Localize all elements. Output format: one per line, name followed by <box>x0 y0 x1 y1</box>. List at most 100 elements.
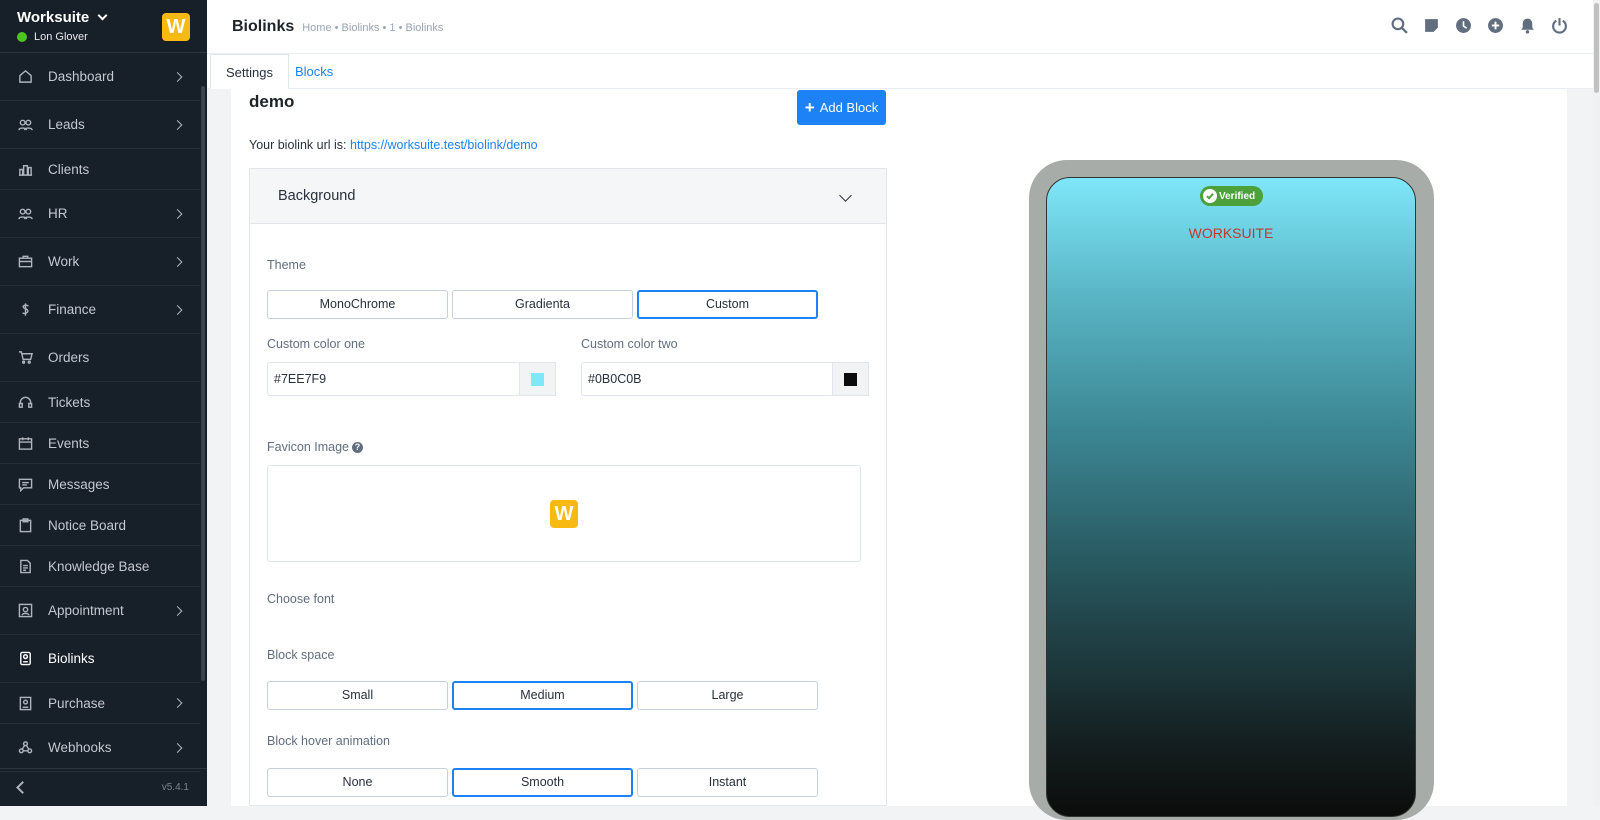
verified-badge: Verified <box>1200 186 1263 206</box>
check-icon <box>1203 189 1217 203</box>
chevron-right-icon <box>172 256 183 267</box>
block-space-large[interactable]: Large <box>637 681 818 710</box>
sidebar-item-label: Orders <box>48 350 90 365</box>
purchase-icon <box>18 696 33 711</box>
help-icon[interactable]: ? <box>351 442 363 453</box>
add-block-label: Add Block <box>819 100 879 115</box>
color-one-picker[interactable] <box>519 362 556 396</box>
sidebar-item-appointment[interactable]: Appointment <box>0 587 200 635</box>
sidebar-item-label: Biolinks <box>48 651 95 666</box>
tab-settings[interactable]: Settings <box>210 54 289 89</box>
tab-blocks[interactable]: Blocks <box>280 54 348 89</box>
sidebar-item-label: Knowledge Base <box>48 558 150 574</box>
sidebar-item-work[interactable]: Work <box>0 238 200 286</box>
bell-icon[interactable] <box>1519 17 1536 34</box>
dollar-icon <box>18 302 33 317</box>
phone-preview-screen <box>1046 177 1416 817</box>
sidebar-item-label: Webhooks <box>48 740 112 755</box>
sidebar-item-label: Tickets <box>48 394 91 410</box>
theme-custom[interactable]: Custom <box>637 290 818 319</box>
page-title: Biolinks <box>232 17 295 35</box>
page-scrollbar[interactable] <box>1593 0 1600 806</box>
sidebar-item-purchase[interactable]: Purchase <box>0 683 200 724</box>
chevron-right-icon <box>172 698 183 708</box>
chevron-right-icon <box>172 208 183 219</box>
hover-instant[interactable]: Instant <box>637 768 818 797</box>
color-one-swatch <box>531 372 544 386</box>
plus-circle-icon[interactable] <box>1487 17 1504 34</box>
sidebar-item-biolinks[interactable]: Biolinks <box>0 635 200 683</box>
calendar-icon <box>18 436 33 451</box>
theme-gradienta[interactable]: Gradienta <box>452 290 633 319</box>
chevron-down-icon <box>839 189 852 202</box>
sidebar-item-events[interactable]: Events <box>0 423 200 464</box>
block-space-label: Block space <box>267 648 335 662</box>
chevron-right-icon <box>172 304 183 315</box>
chevron-right-icon <box>172 742 183 753</box>
sidebar-item-label: Events <box>48 435 90 451</box>
sidebar-scrollbar[interactable] <box>201 86 205 681</box>
power-icon[interactable] <box>1551 17 1568 34</box>
hover-smooth[interactable]: Smooth <box>452 768 633 797</box>
building-icon <box>18 162 33 177</box>
document-icon <box>18 559 33 574</box>
add-block-button[interactable]: + Add Block <box>797 90 886 125</box>
color-two-picker[interactable] <box>832 362 869 396</box>
biolink-url-link[interactable]: https://worksuite.test/biolink/demo <box>350 138 538 152</box>
breadcrumb[interactable]: Home • Biolinks • 1 • Biolinks <box>302 22 443 34</box>
clock-icon[interactable] <box>1455 17 1472 34</box>
sidebar-item-label: Leads <box>48 117 85 132</box>
color-two-input[interactable]: #0B0C0B <box>581 362 834 396</box>
app-logo[interactable]: W <box>162 13 190 41</box>
search-icon[interactable] <box>1391 17 1408 34</box>
color-two-swatch <box>844 372 857 386</box>
sidebar-header: Worksuite Lon Glover W <box>0 0 207 53</box>
theme-monochrome[interactable]: MonoChrome <box>267 290 448 319</box>
clipboard-icon <box>18 517 33 533</box>
sidebar-item-tickets[interactable]: Tickets <box>0 382 200 423</box>
block-space-small[interactable]: Small <box>267 681 448 710</box>
sidebar-item-label: Purchase <box>48 695 106 711</box>
appointment-icon <box>18 603 33 618</box>
biolink-url-line: Your biolink url is: https://worksuite.t… <box>249 138 538 152</box>
sidebar-item-knowledge-base[interactable]: Knowledge Base <box>0 546 200 587</box>
background-accordion-header[interactable]: Background <box>250 169 886 224</box>
sidebar-item-orders[interactable]: Orders <box>0 334 200 382</box>
sidebar-item-webhooks[interactable]: Webhooks <box>0 724 200 772</box>
sidebar-item-dashboard[interactable]: Dashboard <box>0 53 200 101</box>
people-icon <box>18 206 33 221</box>
collapse-sidebar-icon[interactable] <box>16 781 29 794</box>
cart-icon <box>18 350 33 365</box>
sidebar-item-hr[interactable]: HR <box>0 190 200 238</box>
block-space-medium[interactable]: Medium <box>452 681 633 710</box>
tab-bar: Settings Blocks <box>207 54 1593 89</box>
briefcase-icon <box>18 254 33 269</box>
sidebar-item-leads[interactable]: Leads <box>0 101 200 149</box>
house-icon <box>18 69 33 84</box>
biolink-name: demo <box>249 92 295 111</box>
biolink-icon <box>18 651 33 666</box>
color-one-label: Custom color one <box>267 337 365 351</box>
sidebar-item-finance[interactable]: Finance <box>0 286 200 334</box>
accordion-title: Background <box>278 188 356 204</box>
user-name: Lon Glover <box>34 31 88 43</box>
sidebar-item-clients[interactable]: Clients <box>0 149 200 190</box>
hover-none[interactable]: None <box>267 768 448 797</box>
url-prefix: Your biolink url is: <box>249 138 347 152</box>
theme-label: Theme <box>267 258 306 272</box>
company-name: Worksuite <box>17 9 90 26</box>
sticky-note-icon[interactable] <box>1423 17 1440 34</box>
sidebar-item-notice-board[interactable]: Notice Board <box>0 505 200 546</box>
headset-icon <box>18 395 33 410</box>
color-two-label: Custom color two <box>581 337 678 351</box>
preview-name: WORKSUITE <box>1188 225 1274 241</box>
online-status-icon <box>17 32 27 42</box>
chevron-down-icon <box>97 10 108 21</box>
sidebar-item-label: Notice Board <box>48 517 127 533</box>
color-one-input[interactable]: #7EE7F9 <box>267 362 520 396</box>
sidebar-item-label: Appointment <box>48 603 124 618</box>
sidebar-footer: v5.4.1 <box>0 768 207 806</box>
chevron-right-icon <box>172 119 183 130</box>
sidebar-item-messages[interactable]: Messages <box>0 464 200 505</box>
favicon-label: Favicon Image? <box>267 440 363 454</box>
